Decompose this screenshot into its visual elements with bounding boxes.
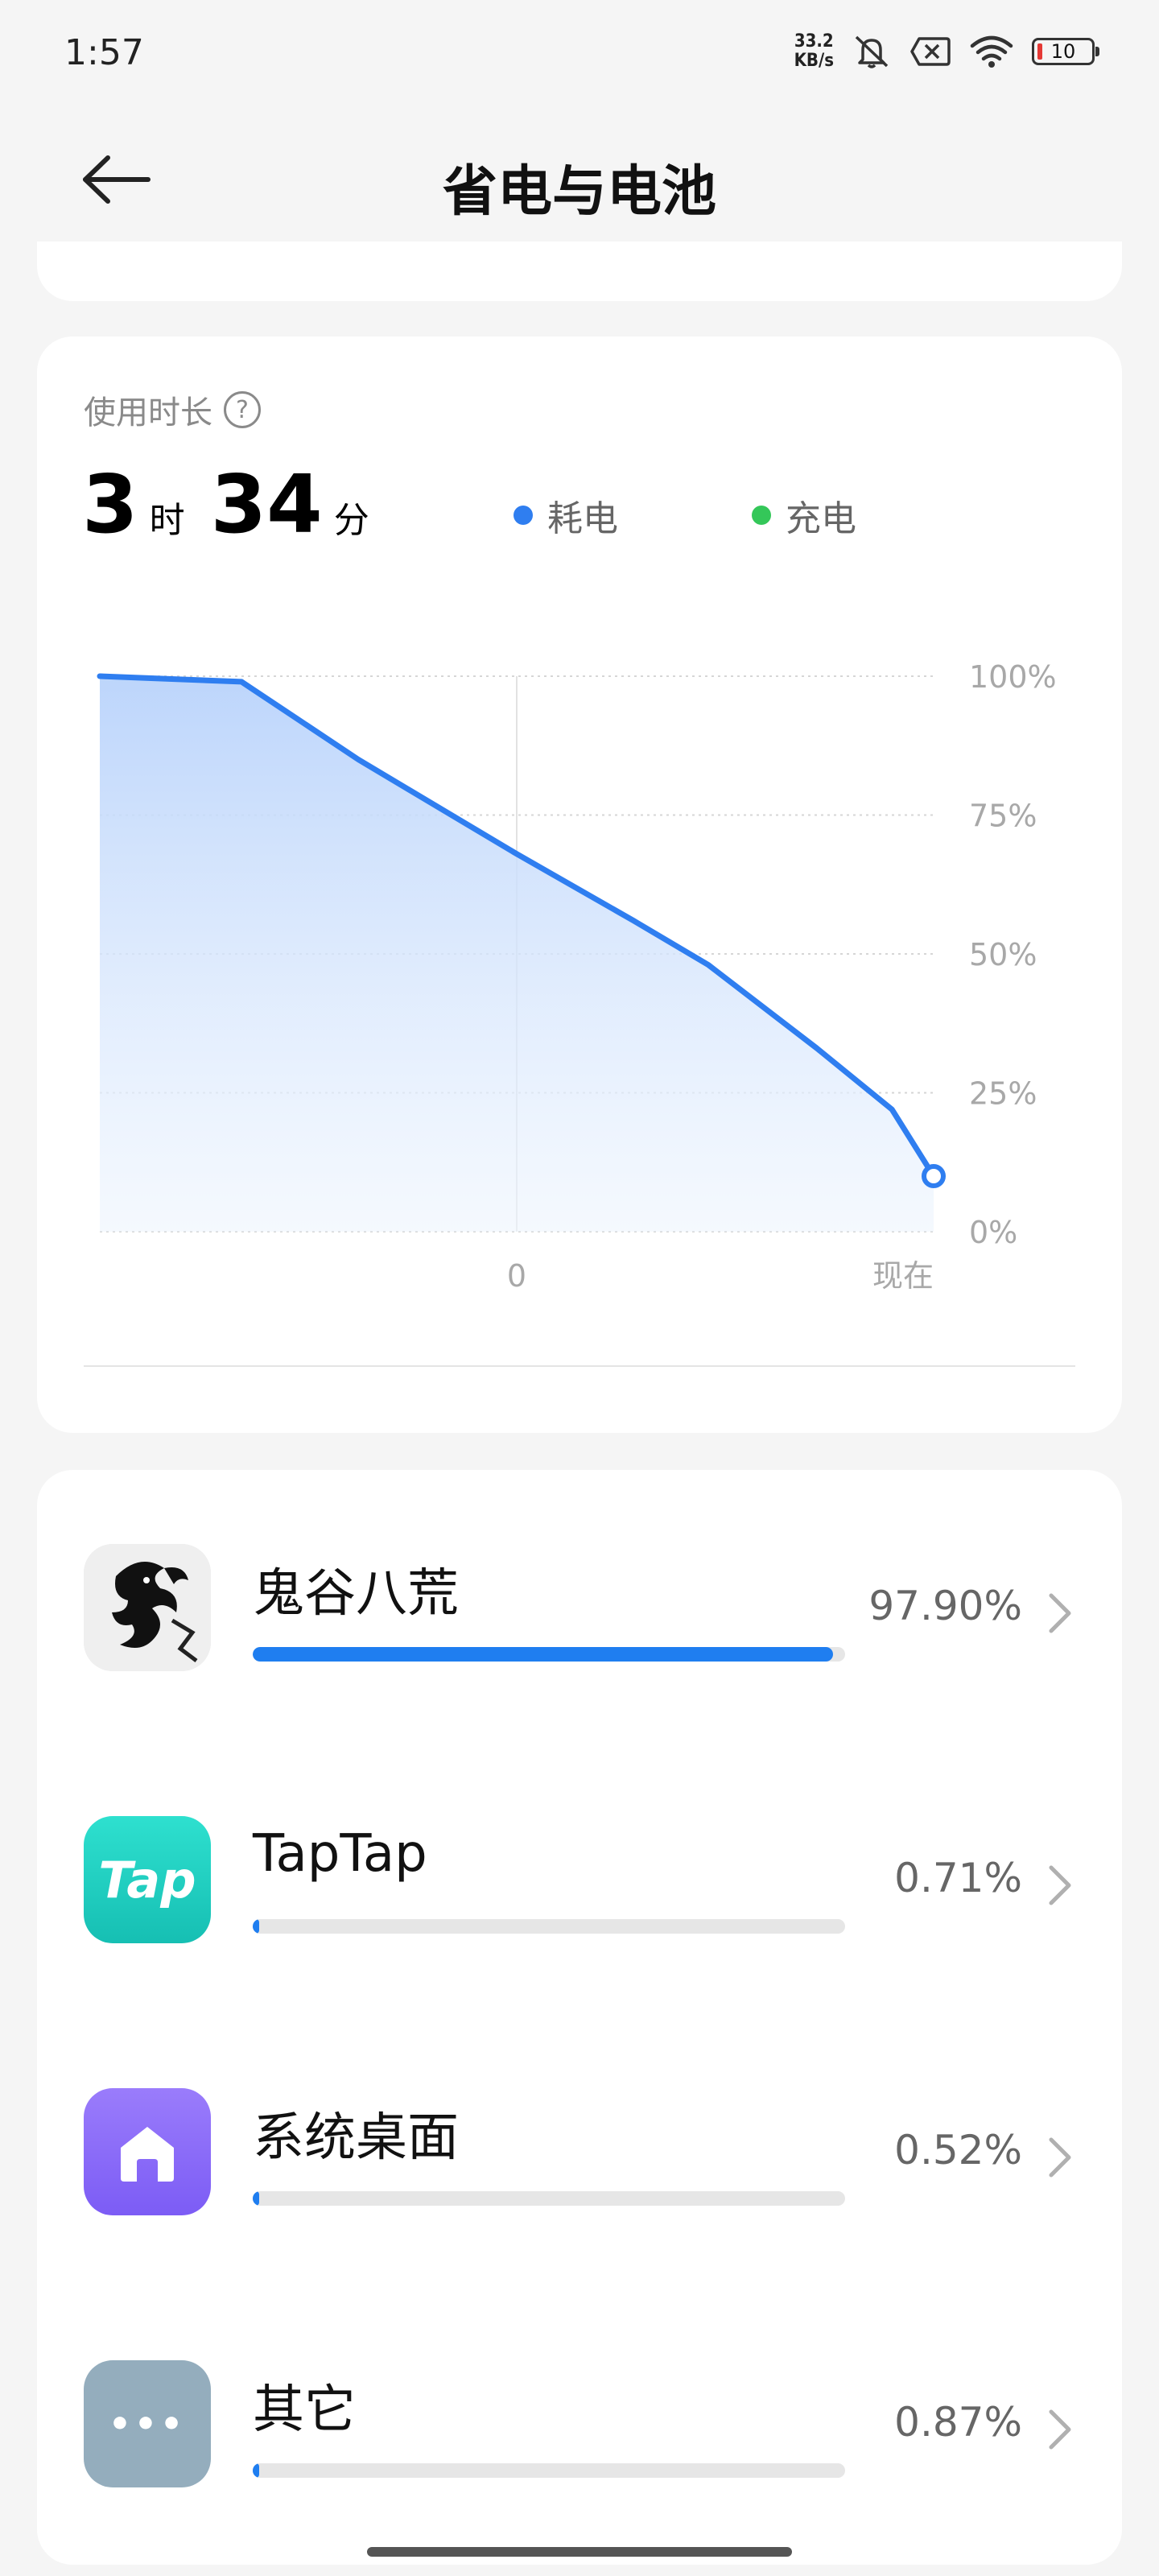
mute-bell-icon [855,35,889,68]
app-percent: 97.90% [868,1583,1022,1629]
previous-card-bottom [37,242,1122,301]
usage-bar-fill [253,2463,259,2478]
wifi-icon [970,35,1013,68]
status-time: 1:57 [64,32,144,73]
app-row[interactable]: 系统桌面 0.52% [37,2088,1122,2249]
more-icon: ••• [84,2360,211,2487]
usage-bar [253,2191,845,2206]
app-percent: 0.87% [894,2399,1022,2446]
battery-icon: 10 [1032,38,1099,65]
usage-card: 使用时长 ? 3 时 34 分 耗电 充电 100% 75% 50% 25% 0% 0 现在 [37,336,1122,1433]
dragon-icon [84,1544,211,1671]
taptap-icon: Tap [84,1816,211,1943]
app-row[interactable]: Tap TapTap 0.71% [37,1816,1122,1977]
chevron-right-icon [1049,2137,1071,2178]
taptap-logo-text: Tap [98,1850,196,1909]
app-name: 鬼谷八荒 [253,1564,459,1624]
y-tick-label: 0% [969,1215,1017,1250]
y-tick-label: 25% [969,1076,1037,1112]
app-name: 其它 [253,2380,356,2440]
y-tick-label: 75% [969,799,1037,834]
net-speed-value: 33.2 [794,31,834,52]
home-icon [84,2088,211,2215]
current-point-marker [922,1164,946,1188]
app-row[interactable]: 鬼谷八荒 97.90% [37,1544,1122,1705]
home-indicator [367,2547,792,2557]
net-speed: 33.2 KB/s [794,32,834,71]
status-icons: 33.2 KB/s 10 [794,32,1099,71]
header: 省电与电池 [0,121,1159,233]
usage-bar-fill [253,1919,259,1934]
app-percent: 0.71% [894,1855,1022,1901]
sim-off-icon [910,37,951,66]
battery-level: 10 [1050,40,1076,63]
y-tick-label: 50% [969,937,1037,972]
y-tick-label: 100% [969,659,1057,695]
chevron-right-icon [1049,1593,1071,1633]
card-divider [84,1365,1075,1367]
x-tick-label: 现在 [872,1258,934,1294]
page-title: 省电与电池 [442,160,716,224]
usage-bar-fill [253,1647,833,1662]
app-name: 系统桌面 [253,2108,459,2168]
net-speed-unit: KB/s [794,51,834,71]
app-percent: 0.52% [894,2127,1022,2174]
usage-bar-fill [253,2191,259,2206]
usage-bar [253,1647,845,1662]
status-bar: 1:57 33.2 KB/s 10 [0,0,1159,105]
usage-bar [253,1919,845,1934]
usage-bar [253,2463,845,2478]
chevron-right-icon [1049,2409,1071,2450]
x-tick-label: 0 [507,1258,526,1294]
battery-chart: 100% 75% 50% 25% 0% 0 现在 [97,659,1057,1294]
app-row[interactable]: ••• 其它 0.87% [37,2360,1122,2521]
apps-card: 鬼谷八荒 97.90% Tap TapTap 0.71% 系统桌面 0.52% ••• 其它 0.… [37,1470,1122,2565]
app-name: TapTap [253,1824,427,1884]
chevron-right-icon [1049,1865,1071,1905]
more-dots: ••• [108,2403,187,2445]
